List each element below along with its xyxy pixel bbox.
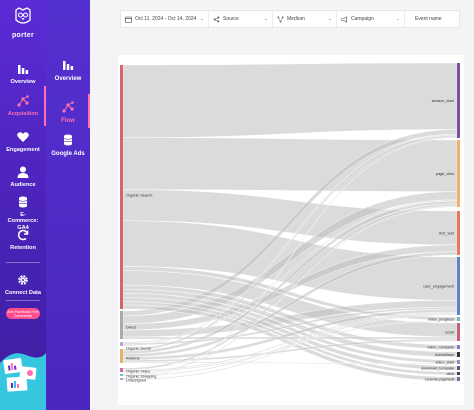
event-name-filter-label: Event name (415, 16, 442, 22)
chevron-down-icon: ⌄ (263, 16, 268, 22)
flow-icon (62, 101, 74, 113)
target-node (457, 317, 460, 321)
gear-icon (18, 275, 28, 285)
flow-icon (17, 95, 29, 107)
target-label: ActiveBase (435, 353, 454, 357)
nav-overview[interactable]: Overview (0, 62, 46, 85)
chevron-down-icon: ⌄ (199, 16, 204, 22)
brand-name: porter (11, 32, 35, 39)
nav-retention[interactable]: Retention (0, 228, 46, 251)
sankey-chart-card: Organic Search Direct Organic Social Referr… (118, 55, 464, 405)
target-label: session_start (432, 99, 455, 103)
bar-chart-icon (18, 65, 29, 74)
nav-engagement[interactable]: Engagement (0, 130, 46, 153)
medium-filter-label: Medium (287, 16, 305, 22)
subnav-google-ads[interactable]: Google Ads (46, 133, 90, 157)
share-icon (213, 16, 220, 22)
nav-divider (6, 300, 40, 301)
porter-logo[interactable]: porter (8, 6, 38, 39)
nav-connect-data[interactable]: Connect Data (0, 273, 46, 296)
nav-divider (6, 262, 40, 263)
nav-overview-label: Overview (10, 79, 36, 85)
source-node (120, 349, 123, 363)
target-label: video_start (435, 360, 455, 364)
target-label: user_engagement (423, 284, 455, 288)
target-node (457, 345, 460, 349)
target-label: download_template (421, 366, 454, 370)
source-node (120, 65, 123, 309)
nav-acquisition-label: Acquisition (7, 111, 39, 117)
target-node (457, 352, 460, 357)
source-node (120, 342, 123, 346)
target-node (457, 211, 460, 255)
source-label: Organic Social (126, 347, 151, 351)
chevron-down-icon: ⌄ (327, 16, 332, 22)
nav-retention-label: Retention (10, 245, 36, 251)
medium-filter[interactable]: Medium ⌄ (273, 11, 337, 27)
target-label: video_progress (428, 317, 454, 321)
date-range-value: Oct 11, 2024 - Oct 14, 2024 (135, 16, 197, 22)
target-node (457, 140, 460, 207)
megaphone-icon (341, 15, 347, 23)
filter-bar: Oct 11, 2024 - Oct 14, 2024 ⌄ Source ⌄ M… (120, 10, 460, 28)
subnav-flow[interactable]: Flow (46, 94, 90, 128)
source-filter[interactable]: Source ⌄ (209, 11, 273, 27)
source-filter-label: Source (223, 16, 239, 22)
network-icon (277, 15, 284, 23)
target-label: page_view (436, 172, 454, 176)
subnav-google-ads-label: Google Ads (51, 151, 85, 157)
sankey-link (122, 62, 458, 138)
primary-sidebar: porter Overview Acquisition Engagement A… (0, 0, 46, 410)
subnav-overview-label: Overview (54, 76, 82, 82)
target-node (457, 63, 460, 138)
target-node (457, 360, 460, 364)
target-node (457, 377, 460, 381)
target-node (457, 257, 460, 315)
source-node (120, 368, 123, 372)
user-icon (17, 166, 29, 178)
source-label: Organic Search (126, 194, 152, 198)
campaign-filter[interactable]: Campaign ⌄ (337, 11, 405, 27)
source-node (120, 311, 123, 339)
sankey-chart: Organic Search Direct Organic Social Referr… (120, 59, 460, 385)
nav-connect-data-label: Connect Data (4, 290, 42, 296)
app-window: porter Overview Acquisition Engagement A… (0, 0, 474, 410)
source-node (120, 378, 123, 380)
source-label: Organic Video (126, 370, 150, 374)
subnav-flow-label: Flow (61, 118, 75, 124)
main-content: Oct 11, 2024 - Oct 14, 2024 ⌄ Source ⌄ M… (90, 0, 474, 410)
nav-engagement-label: Engagement (6, 147, 40, 153)
target-label: video_complete (427, 345, 454, 349)
subnav-overview[interactable]: Overview (46, 58, 90, 82)
nav-audience[interactable]: Audience (0, 165, 46, 188)
source-node (120, 374, 123, 376)
owl-logo-icon (15, 7, 31, 24)
chevron-down-icon: ⌄ (395, 16, 400, 22)
target-label: first_visit (439, 231, 455, 235)
target-node (457, 366, 460, 370)
promo-illustration[interactable] (0, 345, 46, 410)
target-label: scroll (445, 330, 454, 334)
source-label: Unassigned (126, 379, 146, 383)
nav-audience-label: Audience (10, 182, 36, 188)
date-range-picker[interactable]: Oct 11, 2024 - Oct 14, 2024 ⌄ (121, 11, 209, 27)
campaign-filter-label: Campaign (351, 16, 374, 22)
target-node (457, 372, 460, 375)
target-label: License payment (425, 377, 455, 381)
refresh-icon (17, 229, 29, 241)
calendar-icon (125, 16, 132, 23)
coins-icon (63, 134, 73, 146)
event-name-filter[interactable]: Event name (405, 11, 461, 27)
nav-acquisition[interactable]: Acquisition (0, 85, 46, 127)
coins-icon (18, 196, 28, 208)
facebook-community-button[interactable]: Join Facebook Free Community (6, 308, 40, 319)
target-label: click (447, 372, 454, 376)
nav-ecommerce[interactable]: E-Commerce: GA4 (0, 195, 46, 231)
target-node (457, 323, 460, 341)
source-label: Referral (126, 357, 140, 361)
secondary-sidebar: Overview Flow Google Ads (46, 0, 90, 410)
source-label: Direct (126, 326, 137, 330)
heart-icon (17, 132, 29, 142)
bar-chart-icon (63, 61, 74, 70)
